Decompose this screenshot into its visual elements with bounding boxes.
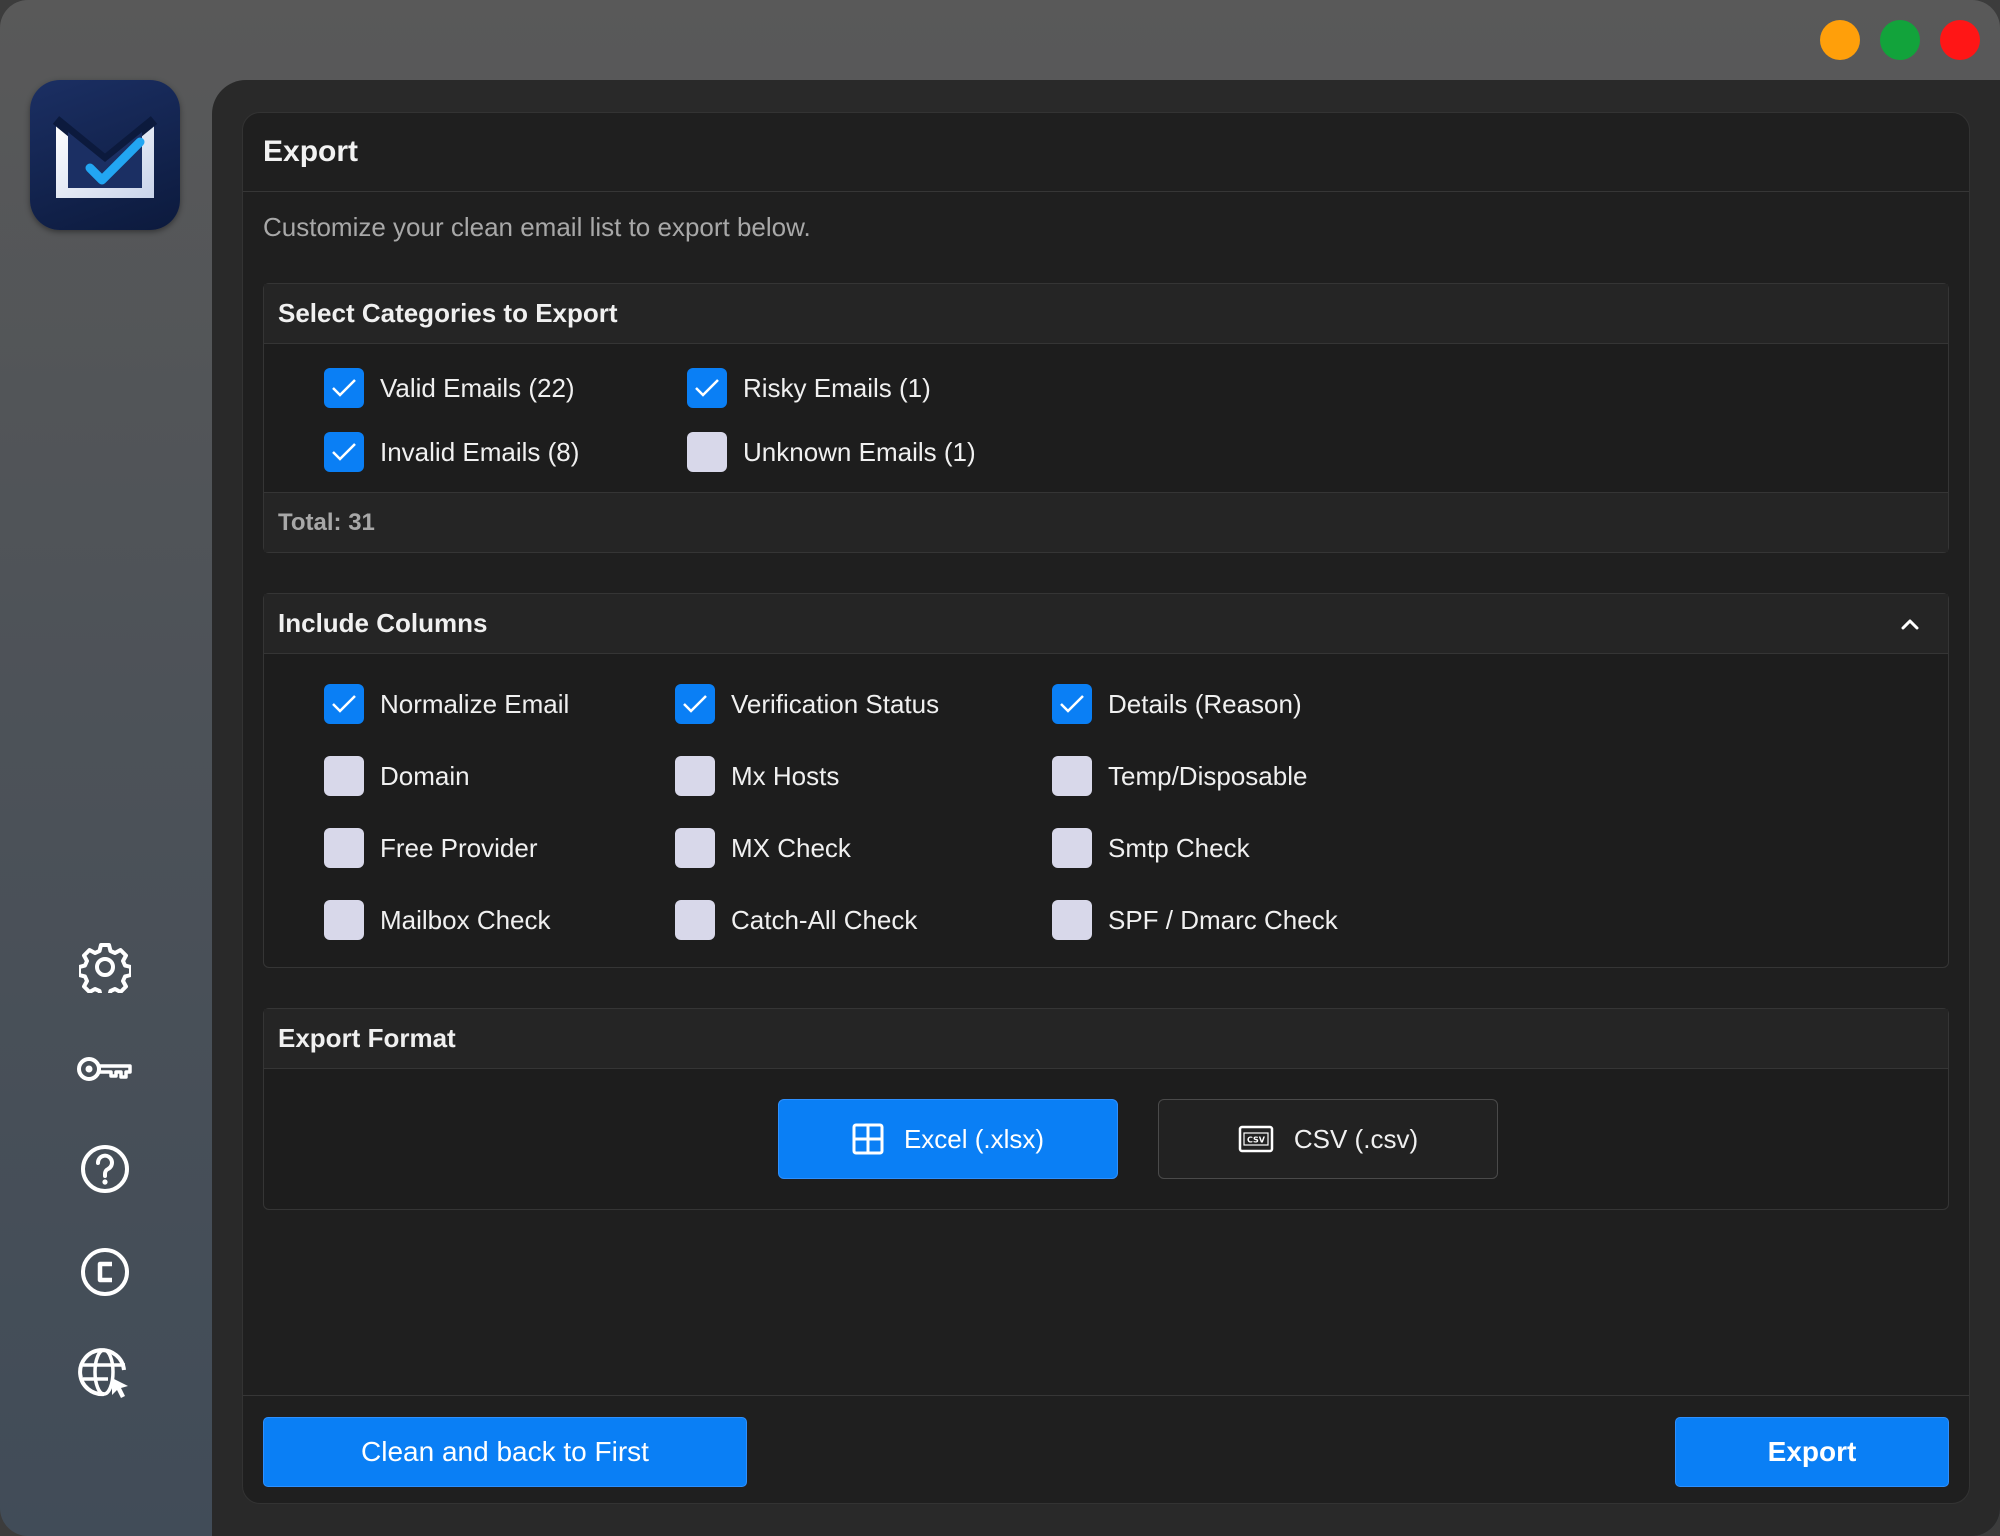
format-excel-button[interactable]: Excel (.xlsx) — [778, 1099, 1118, 1179]
checkbox[interactable] — [675, 684, 715, 724]
checkbox[interactable] — [324, 900, 364, 940]
help-icon — [81, 1145, 129, 1193]
checkbox[interactable] — [324, 684, 364, 724]
website-button[interactable] — [76, 1344, 134, 1402]
checkbox[interactable] — [687, 432, 727, 472]
columns-section: Include Columns Normalize Email Verifica… — [263, 593, 1949, 968]
csv-file-icon: CSV — [1238, 1125, 1274, 1153]
column-mx-hosts[interactable]: Mx Hosts — [675, 756, 839, 796]
divider — [243, 1395, 1969, 1396]
copyright-icon — [81, 1248, 129, 1296]
divider — [243, 191, 1969, 192]
checkbox[interactable] — [1052, 828, 1092, 868]
column-mx-check[interactable]: MX Check — [675, 828, 851, 868]
check-icon — [695, 379, 719, 397]
checkbox[interactable] — [675, 756, 715, 796]
copyright-button[interactable] — [76, 1243, 134, 1301]
checkbox-label: Unknown Emails (1) — [743, 436, 976, 467]
app-logo[interactable] — [30, 80, 180, 230]
column-smtp-check[interactable]: Smtp Check — [1052, 828, 1250, 868]
gear-icon — [79, 943, 131, 993]
page-title: Export — [263, 135, 359, 168]
category-invalid[interactable]: Invalid Emails (8) — [324, 432, 579, 472]
checkbox-label: Valid Emails (22) — [380, 372, 575, 403]
column-temp-disposable[interactable]: Temp/Disposable — [1052, 756, 1307, 796]
checkbox-label: Catch-All Check — [731, 904, 918, 935]
column-details[interactable]: Details (Reason) — [1052, 684, 1302, 724]
check-icon — [332, 379, 356, 397]
checkbox-label: Risky Emails (1) — [743, 372, 931, 403]
column-free-provider[interactable]: Free Provider — [324, 828, 538, 868]
checkbox[interactable] — [675, 900, 715, 940]
format-section: Export Format Excel (.xlsx) CSV CSV (.cs… — [263, 1008, 1949, 1210]
help-button[interactable] — [76, 1140, 134, 1198]
column-catch-all-check[interactable]: Catch-All Check — [675, 900, 917, 940]
column-domain[interactable]: Domain — [324, 756, 470, 796]
checkbox[interactable] — [1052, 900, 1092, 940]
checkbox[interactable] — [675, 828, 715, 868]
checkbox-label: SPF / Dmarc Check — [1108, 904, 1338, 935]
checkbox[interactable] — [324, 756, 364, 796]
category-unknown[interactable]: Unknown Emails (1) — [687, 432, 976, 472]
page-subtitle: Customize your clean email list to expor… — [263, 212, 811, 242]
check-icon — [332, 443, 356, 461]
clean-back-button[interactable]: Clean and back to First — [263, 1417, 747, 1487]
export-button[interactable]: Export — [1675, 1417, 1949, 1487]
zoom-button[interactable] — [1880, 20, 1920, 60]
grid-icon — [852, 1123, 884, 1155]
checkbox-label: Mailbox Check — [380, 904, 551, 935]
checkbox-label: Details (Reason) — [1108, 688, 1302, 719]
checkbox[interactable] — [1052, 684, 1092, 724]
checkbox-label: Mx Hosts — [731, 760, 840, 791]
checkbox[interactable] — [324, 368, 364, 408]
check-icon — [1060, 695, 1084, 713]
checkbox[interactable] — [1052, 756, 1092, 796]
format-title: Export Format — [264, 1009, 1948, 1069]
column-mailbox-check[interactable]: Mailbox Check — [324, 900, 551, 940]
checkbox[interactable] — [324, 828, 364, 868]
checkbox-label: Normalize Email — [380, 688, 570, 719]
format-csv-label: CSV (.csv) — [1293, 1123, 1419, 1154]
format-excel-label: Excel (.xlsx) — [903, 1123, 1045, 1154]
columns-title: Include Columns — [278, 608, 488, 638]
category-risky[interactable]: Risky Emails (1) — [687, 368, 931, 408]
checkbox-label: Verification Status — [731, 688, 940, 719]
category-valid[interactable]: Valid Emails (22) — [324, 368, 575, 408]
globe-cursor-icon — [78, 1348, 128, 1398]
checkbox-label: Free Provider — [380, 832, 538, 863]
settings-button[interactable] — [76, 938, 134, 996]
checkbox-label: Domain — [380, 760, 470, 791]
close-button[interactable] — [1940, 20, 1980, 60]
export-card: Export Customize your clean email list t… — [242, 112, 1970, 1504]
checkbox-label: MX Check — [731, 832, 851, 863]
checkbox-label: Temp/Disposable — [1108, 760, 1308, 791]
categories-section: Select Categories to Export Valid Emails… — [263, 283, 1949, 553]
column-verification-status[interactable]: Verification Status — [675, 684, 939, 724]
checkbox-label: Invalid Emails (8) — [380, 436, 580, 467]
check-icon — [683, 695, 707, 713]
svg-text:CSV: CSV — [1247, 1136, 1266, 1145]
total-count: Total: 31 — [264, 492, 1948, 552]
key-icon — [77, 1057, 132, 1081]
format-csv-button[interactable]: CSV CSV (.csv) — [1158, 1099, 1498, 1179]
checkbox[interactable] — [687, 368, 727, 408]
minimize-button[interactable] — [1820, 20, 1860, 60]
app-window: Export Customize your clean email list t… — [0, 0, 2000, 1536]
categories-title: Select Categories to Export — [264, 284, 1948, 344]
column-spf-dmarc-check[interactable]: SPF / Dmarc Check — [1052, 900, 1338, 940]
checkbox-label: Smtp Check — [1108, 832, 1250, 863]
checkbox[interactable] — [324, 432, 364, 472]
mail-check-icon — [52, 116, 158, 198]
license-button[interactable] — [76, 1040, 134, 1098]
columns-header: Include Columns — [264, 594, 1948, 654]
column-normalize-email[interactable]: Normalize Email — [324, 684, 569, 724]
chevron-up-icon[interactable] — [1898, 612, 1922, 636]
check-icon — [332, 695, 356, 713]
